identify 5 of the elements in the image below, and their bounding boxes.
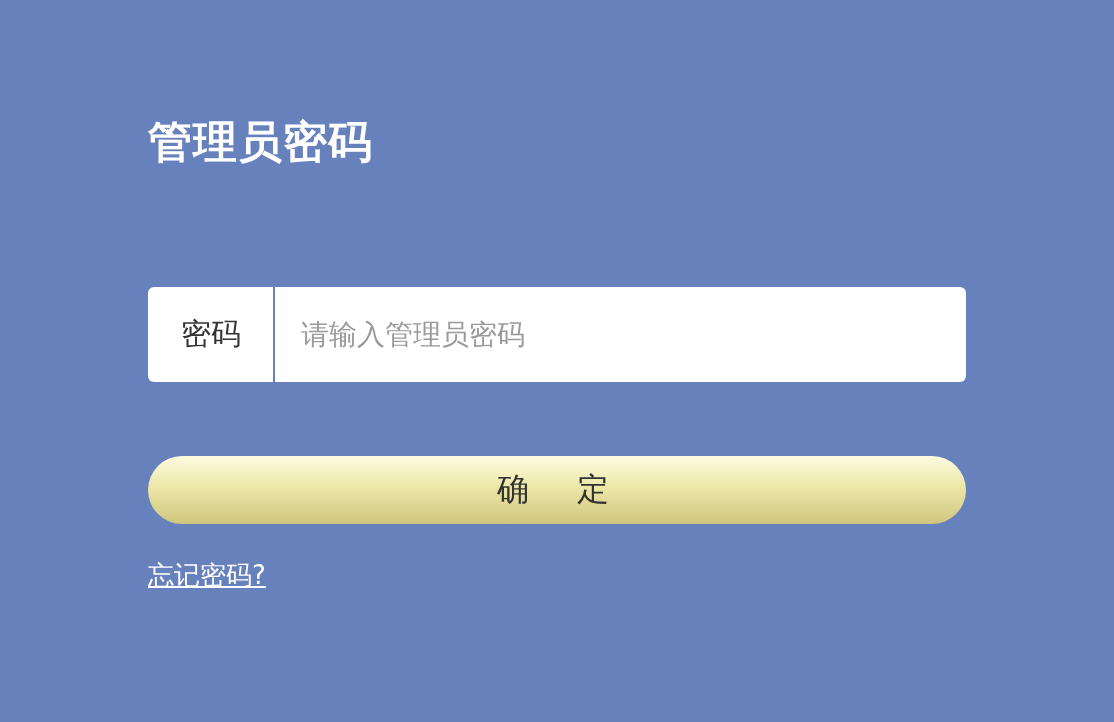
field-label: 密码 — [148, 287, 273, 382]
page-title: 管理员密码 — [148, 115, 374, 169]
password-input[interactable]: 请输入管理员密码 — [275, 287, 966, 382]
forgot-password-link[interactable]: 忘记密码? — [148, 558, 266, 593]
confirm-button[interactable]: 确 定 — [148, 456, 966, 524]
